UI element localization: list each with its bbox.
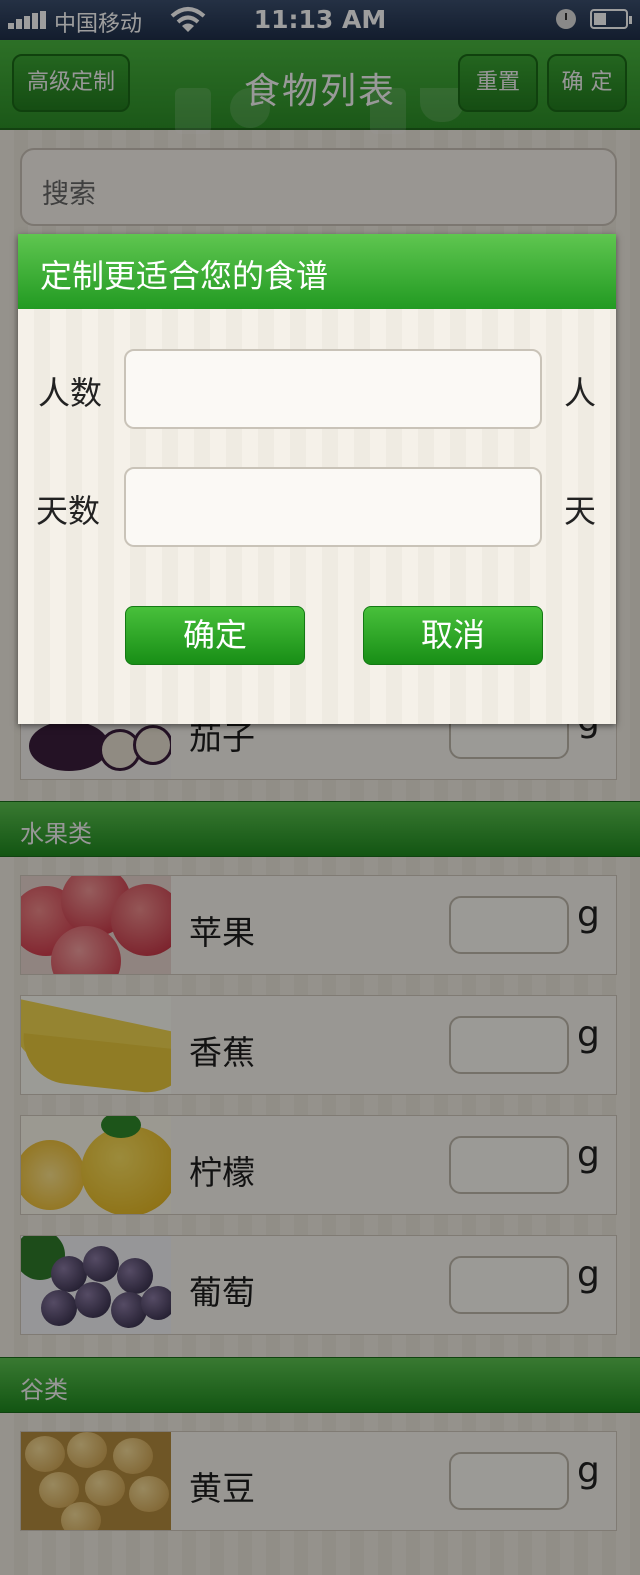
dialog-title: 定制更适合您的食谱 [40, 257, 329, 295]
days-input[interactable] [124, 467, 542, 547]
people-input[interactable] [124, 349, 542, 429]
dialog-cancel-button[interactable]: 取消 [363, 606, 543, 665]
dialog-header: 定制更适合您的食谱 [18, 234, 616, 309]
people-label: 人数 [38, 374, 103, 412]
people-unit: 人 [564, 374, 597, 412]
dialog-confirm-button[interactable]: 确定 [125, 606, 305, 665]
days-unit: 天 [564, 492, 597, 530]
days-label: 天数 [36, 492, 101, 530]
custom-recipe-dialog: 定制更适合您的食谱 人数 人 天数 天 确定 取消 [18, 234, 616, 724]
